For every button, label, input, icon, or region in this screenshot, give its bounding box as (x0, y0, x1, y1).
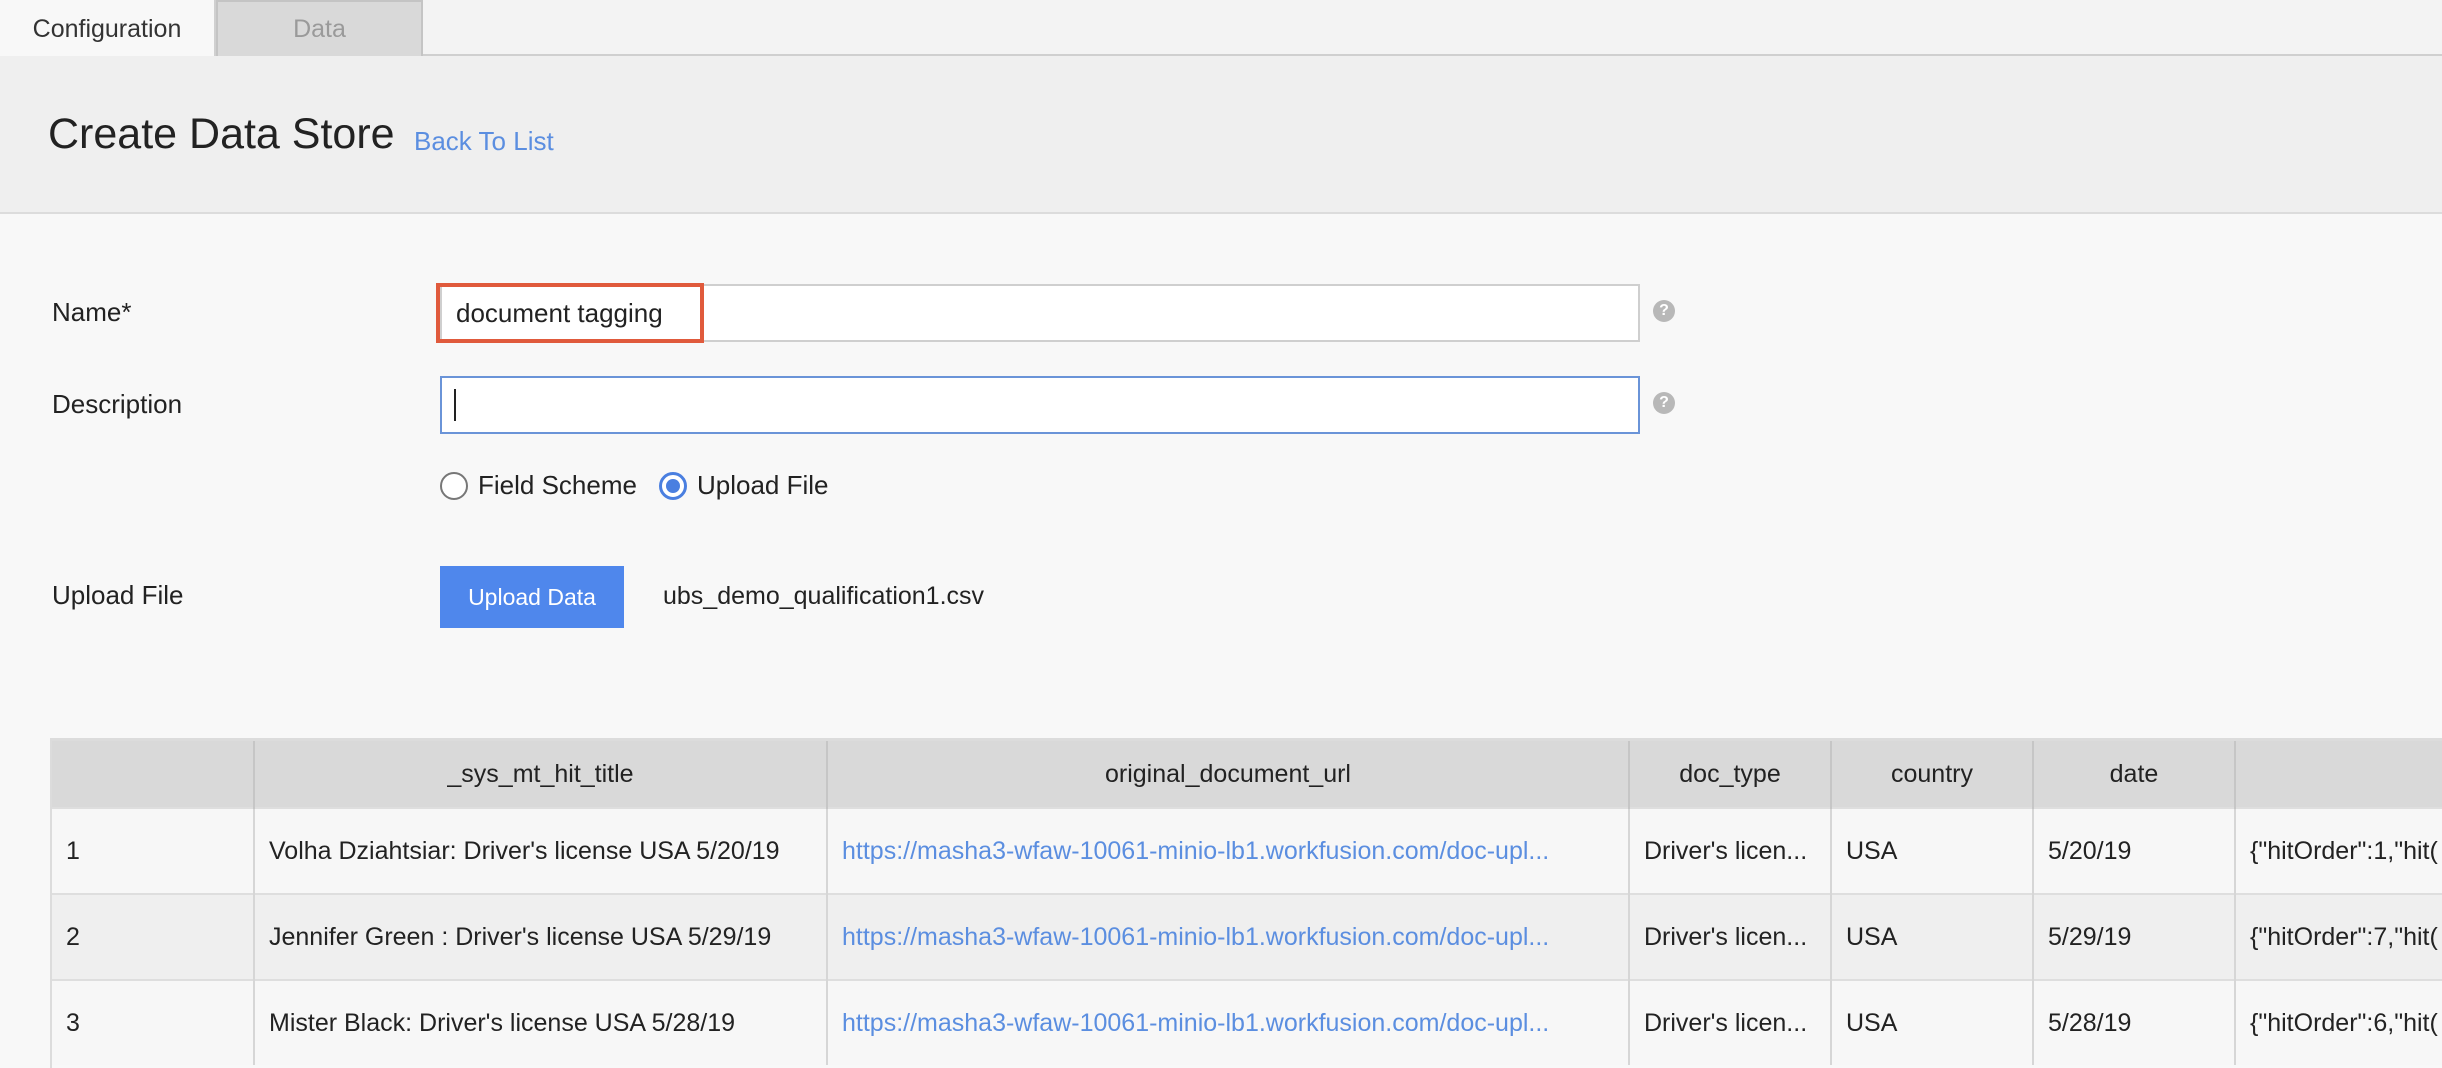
data-preview-table: _sys_mt_hit_title original_document_url … (50, 738, 2442, 1068)
radio-field-scheme-label: Field Scheme (478, 470, 637, 500)
upload-file-label: Upload File (52, 580, 184, 610)
tab-data[interactable]: Data (216, 0, 423, 56)
upload-data-button[interactable]: Upload Data (440, 566, 624, 628)
column-header-doc-type[interactable]: doc_type (1629, 741, 1832, 808)
uploaded-filename: ubs_demo_qualification1.csv (663, 582, 985, 610)
cell-index: 2 (52, 893, 255, 980)
page-title: Create Data Store (48, 110, 395, 158)
cell-url-link[interactable]: https://masha3-wfaw-10061-minio-lb1.work… (827, 893, 1630, 980)
cell-country: USA (1831, 979, 2034, 1065)
column-header-index[interactable] (52, 741, 255, 808)
cell-index: 1 (52, 807, 255, 894)
tab-bar: Configuration Data (0, 0, 2442, 58)
column-header-title[interactable]: _sys_mt_hit_title (254, 741, 828, 808)
cell-extra: {"hitOrder":7,"hit( (2235, 893, 2442, 980)
column-header-country[interactable]: country (1831, 741, 2034, 808)
table-row[interactable]: 2 Jennifer Green : Driver's license USA … (52, 893, 2442, 980)
radio-upload-file[interactable]: Upload File (658, 470, 829, 501)
radio-unchecked-icon[interactable] (440, 471, 468, 500)
cell-title: Mister Black: Driver's license USA 5/28/… (254, 979, 828, 1065)
table-row[interactable]: 3 Mister Black: Driver's license USA 5/2… (52, 979, 2442, 1065)
cell-extra: {"hitOrder":1,"hit( (2235, 807, 2442, 894)
cell-index: 3 (52, 979, 255, 1065)
cell-title: Jennifer Green : Driver's license USA 5/… (254, 893, 828, 980)
cell-extra: {"hitOrder":6,"hit( (2235, 979, 2442, 1065)
column-header-date[interactable]: date (2033, 741, 2236, 808)
cell-doc-type: Driver's licen... (1629, 807, 1832, 894)
description-label: Description (52, 389, 183, 419)
cell-date: 5/20/19 (2033, 807, 2236, 894)
radio-field-scheme[interactable]: Field Scheme (440, 470, 637, 501)
name-label: Name* (52, 297, 132, 327)
description-help-icon[interactable]: ? (1653, 392, 1675, 414)
table-row[interactable]: 1 Volha Dziahtsiar: Driver's license USA… (52, 807, 2442, 894)
cell-doc-type: Driver's licen... (1629, 979, 1832, 1065)
cell-url-link[interactable]: https://masha3-wfaw-10061-minio-lb1.work… (827, 979, 1630, 1065)
back-to-list-link[interactable]: Back To List (414, 126, 554, 157)
cell-title: Volha Dziahtsiar: Driver's license USA 5… (254, 807, 828, 894)
cell-country: USA (1831, 807, 2034, 894)
cell-country: USA (1831, 893, 2034, 980)
radio-checked-icon[interactable] (658, 471, 687, 500)
cell-date: 5/29/19 (2033, 893, 2236, 980)
cell-date: 5/28/19 (2033, 979, 2236, 1065)
cell-url-link[interactable]: https://masha3-wfaw-10061-minio-lb1.work… (827, 807, 1630, 894)
radio-upload-file-label: Upload File (696, 470, 829, 500)
name-help-icon[interactable]: ? (1653, 300, 1675, 322)
page-header: Create Data Store Back To List (0, 56, 2442, 214)
tab-configuration[interactable]: Configuration (0, 0, 216, 58)
column-header-url[interactable]: original_document_url (827, 741, 1630, 808)
column-header-extra[interactable] (2235, 741, 2442, 808)
source-radio-group: Field Scheme Upload File (440, 470, 850, 501)
cell-doc-type: Driver's licen... (1629, 893, 1832, 980)
name-input[interactable] (440, 284, 1640, 342)
description-input[interactable] (440, 376, 1640, 434)
text-caret (454, 389, 456, 421)
table-header-row: _sys_mt_hit_title original_document_url … (52, 741, 2442, 808)
